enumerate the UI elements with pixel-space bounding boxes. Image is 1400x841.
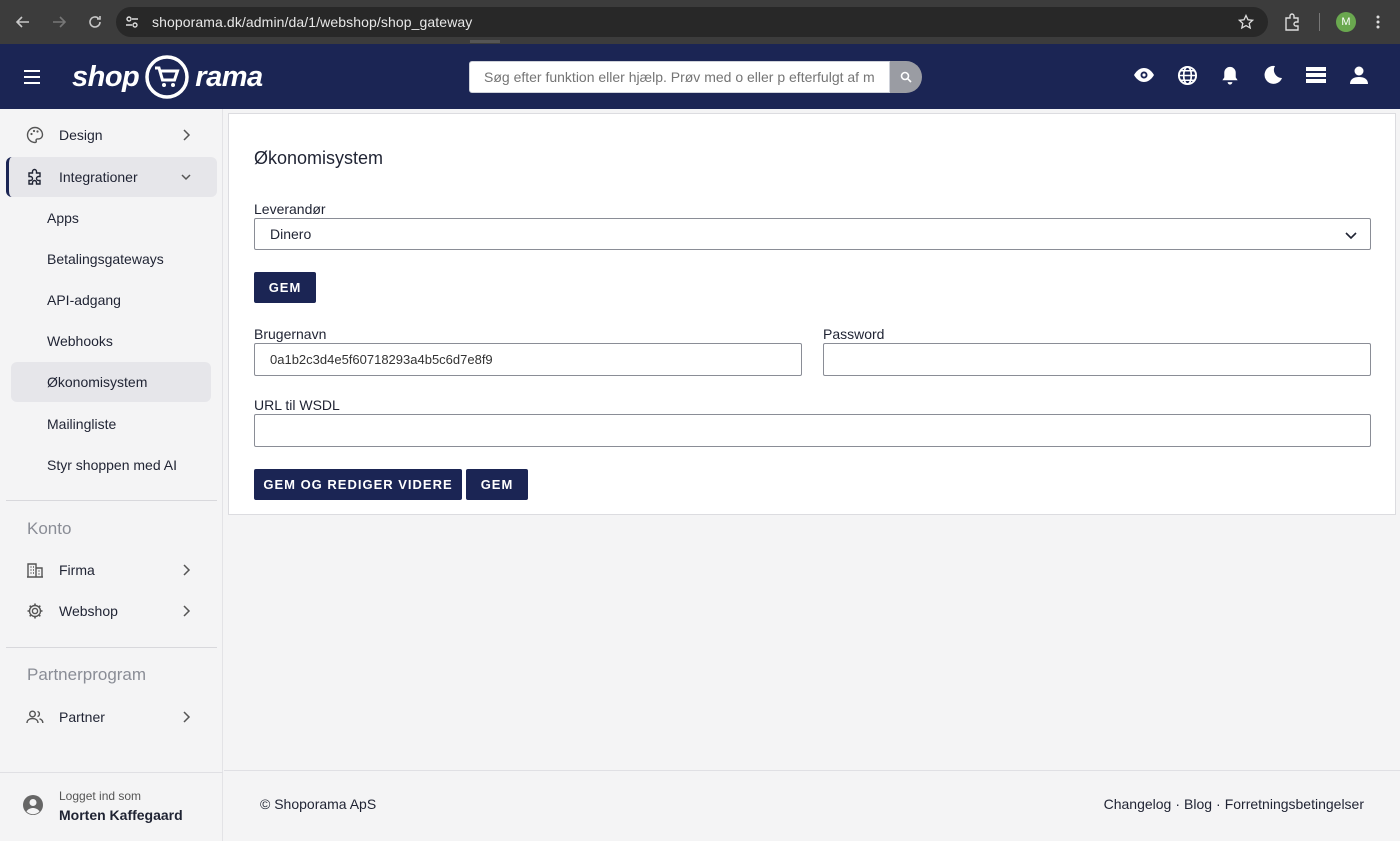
sidebar-subitem-api-adgang[interactable]: API-adgang bbox=[11, 280, 211, 320]
sidebar-subitem-apps[interactable]: Apps bbox=[11, 198, 211, 238]
password-label: Password bbox=[823, 326, 885, 342]
hamburger-menu-icon[interactable] bbox=[20, 66, 44, 88]
chevron-down-icon bbox=[1345, 232, 1357, 240]
account-circle-icon bbox=[23, 795, 43, 815]
sidebar-item-label: Webshop bbox=[59, 603, 118, 619]
sidebar-subitem-betalingsgateways[interactable]: Betalingsgateways bbox=[11, 239, 211, 279]
forward-button[interactable] bbox=[44, 7, 74, 37]
copyright-text: © Shoporama ApS bbox=[260, 796, 377, 812]
sidebar-subitem-mailingliste[interactable]: Mailingliste bbox=[11, 404, 211, 444]
sidebar-item-label: Integrationer bbox=[59, 169, 138, 185]
site-settings-icon[interactable] bbox=[118, 8, 146, 36]
arrow-left-icon bbox=[15, 16, 29, 28]
chevron-right-icon bbox=[183, 564, 191, 576]
footer-links: Changelog · Blog · Forretningsbetingelse… bbox=[1104, 796, 1364, 812]
search-icon bbox=[900, 71, 912, 83]
password-input[interactable] bbox=[823, 343, 1371, 376]
footer-separator: · bbox=[1216, 796, 1221, 812]
address-bar[interactable]: shoporama.dk/admin/da/1/webshop/shop_gat… bbox=[116, 7, 1268, 37]
arrow-right-icon bbox=[53, 16, 67, 28]
sidebar-item-firma[interactable]: Firma bbox=[6, 550, 217, 590]
chevron-down-icon bbox=[181, 174, 191, 181]
building-icon bbox=[27, 563, 43, 578]
bell-icon[interactable] bbox=[1219, 64, 1241, 86]
reload-button[interactable] bbox=[80, 7, 110, 37]
wsdl-url-input[interactable] bbox=[254, 414, 1371, 447]
palette-icon bbox=[26, 126, 44, 144]
sidebar-item-webshop[interactable]: Webshop bbox=[6, 591, 217, 631]
save-provider-button[interactable]: GEM bbox=[254, 272, 316, 303]
sidebar-item-design[interactable]: Design bbox=[6, 115, 217, 155]
people-icon bbox=[26, 710, 44, 724]
user-name: Morten Kaffegaard bbox=[59, 807, 183, 823]
page-footer: © Shoporama ApS Changelog · Blog · Forre… bbox=[224, 770, 1400, 841]
bookmark-star-icon[interactable] bbox=[1238, 14, 1254, 30]
search-bar bbox=[469, 61, 922, 93]
leverandor-label: Leverandør bbox=[254, 201, 326, 217]
blog-link[interactable]: Blog bbox=[1184, 796, 1212, 812]
shoporama-logo[interactable]: shop rama bbox=[72, 52, 263, 102]
chevron-right-icon bbox=[183, 129, 191, 141]
sidebar-subitem-okonomisystem[interactable]: Økonomisystem bbox=[11, 362, 211, 402]
leverandor-select[interactable]: Dinero bbox=[254, 218, 1371, 250]
economy-system-form-card: Økonomisystem Leverandør Dinero GEM Brug… bbox=[228, 113, 1396, 515]
logo-text-right: rama bbox=[195, 60, 263, 93]
chevron-right-icon bbox=[183, 711, 191, 723]
back-button[interactable] bbox=[8, 7, 38, 37]
gear-icon bbox=[27, 603, 43, 619]
footer-separator: · bbox=[1175, 796, 1180, 812]
profile-avatar[interactable]: M bbox=[1336, 12, 1356, 32]
layers-icon[interactable] bbox=[1305, 64, 1327, 86]
brugernavn-input[interactable] bbox=[254, 343, 802, 376]
search-button[interactable] bbox=[890, 61, 922, 93]
toolbar-separator bbox=[1319, 13, 1320, 31]
globe-icon[interactable] bbox=[1176, 64, 1198, 86]
sidebar-subitem-styr-shoppen-med-ai[interactable]: Styr shoppen med AI bbox=[11, 445, 211, 485]
sidebar-item-partner[interactable]: Partner bbox=[6, 697, 217, 737]
extensions-icon[interactable] bbox=[1283, 13, 1301, 31]
more-menu-icon[interactable] bbox=[1370, 14, 1386, 30]
leverandor-selected-value: Dinero bbox=[270, 226, 312, 242]
terms-link[interactable]: Forretningsbetingelser bbox=[1225, 796, 1364, 812]
sidebar-item-integrationer[interactable]: Integrationer bbox=[6, 157, 217, 197]
eye-icon[interactable] bbox=[1133, 64, 1155, 86]
moon-icon[interactable] bbox=[1262, 64, 1284, 86]
sidebar-subitem-webhooks[interactable]: Webhooks bbox=[11, 321, 211, 361]
app-header: shop rama bbox=[0, 44, 1400, 109]
logged-in-label: Logget ind som bbox=[59, 789, 142, 803]
chevron-right-icon bbox=[183, 605, 191, 617]
search-input[interactable] bbox=[469, 61, 890, 93]
logged-in-user[interactable]: Logget ind som Morten Kaffegaard bbox=[0, 772, 223, 841]
section-title-partnerprogram: Partnerprogram bbox=[27, 665, 147, 684]
brugernavn-label: Brugernavn bbox=[254, 326, 327, 342]
section-title-konto: Konto bbox=[27, 519, 72, 538]
puzzle-icon bbox=[28, 168, 41, 185]
save-and-continue-button[interactable]: GEM OG REDIGER VIDERE bbox=[254, 469, 462, 500]
sidebar-divider bbox=[6, 647, 217, 648]
sidebar-item-label: Firma bbox=[59, 562, 95, 578]
changelog-link[interactable]: Changelog bbox=[1104, 796, 1172, 812]
user-icon[interactable] bbox=[1348, 64, 1370, 86]
logo-text-left: shop bbox=[72, 60, 140, 93]
wsdl-url-label: URL til WSDL bbox=[254, 397, 340, 413]
browser-chrome: shoporama.dk/admin/da/1/webshop/shop_gat… bbox=[0, 0, 1400, 44]
sidebar-item-label: Design bbox=[59, 127, 103, 143]
sidebar-item-label: Partner bbox=[59, 709, 105, 725]
sidebar: Design Integrationer Apps Betalingsgatew… bbox=[0, 109, 223, 841]
loading-indicator bbox=[470, 40, 500, 43]
cart-logo-icon bbox=[145, 55, 190, 99]
url-text[interactable]: shoporama.dk/admin/da/1/webshop/shop_gat… bbox=[152, 14, 472, 30]
save-button[interactable]: GEM bbox=[466, 469, 528, 500]
reload-icon bbox=[89, 16, 101, 28]
sidebar-divider bbox=[6, 500, 217, 501]
page-title: Økonomisystem bbox=[254, 148, 384, 168]
